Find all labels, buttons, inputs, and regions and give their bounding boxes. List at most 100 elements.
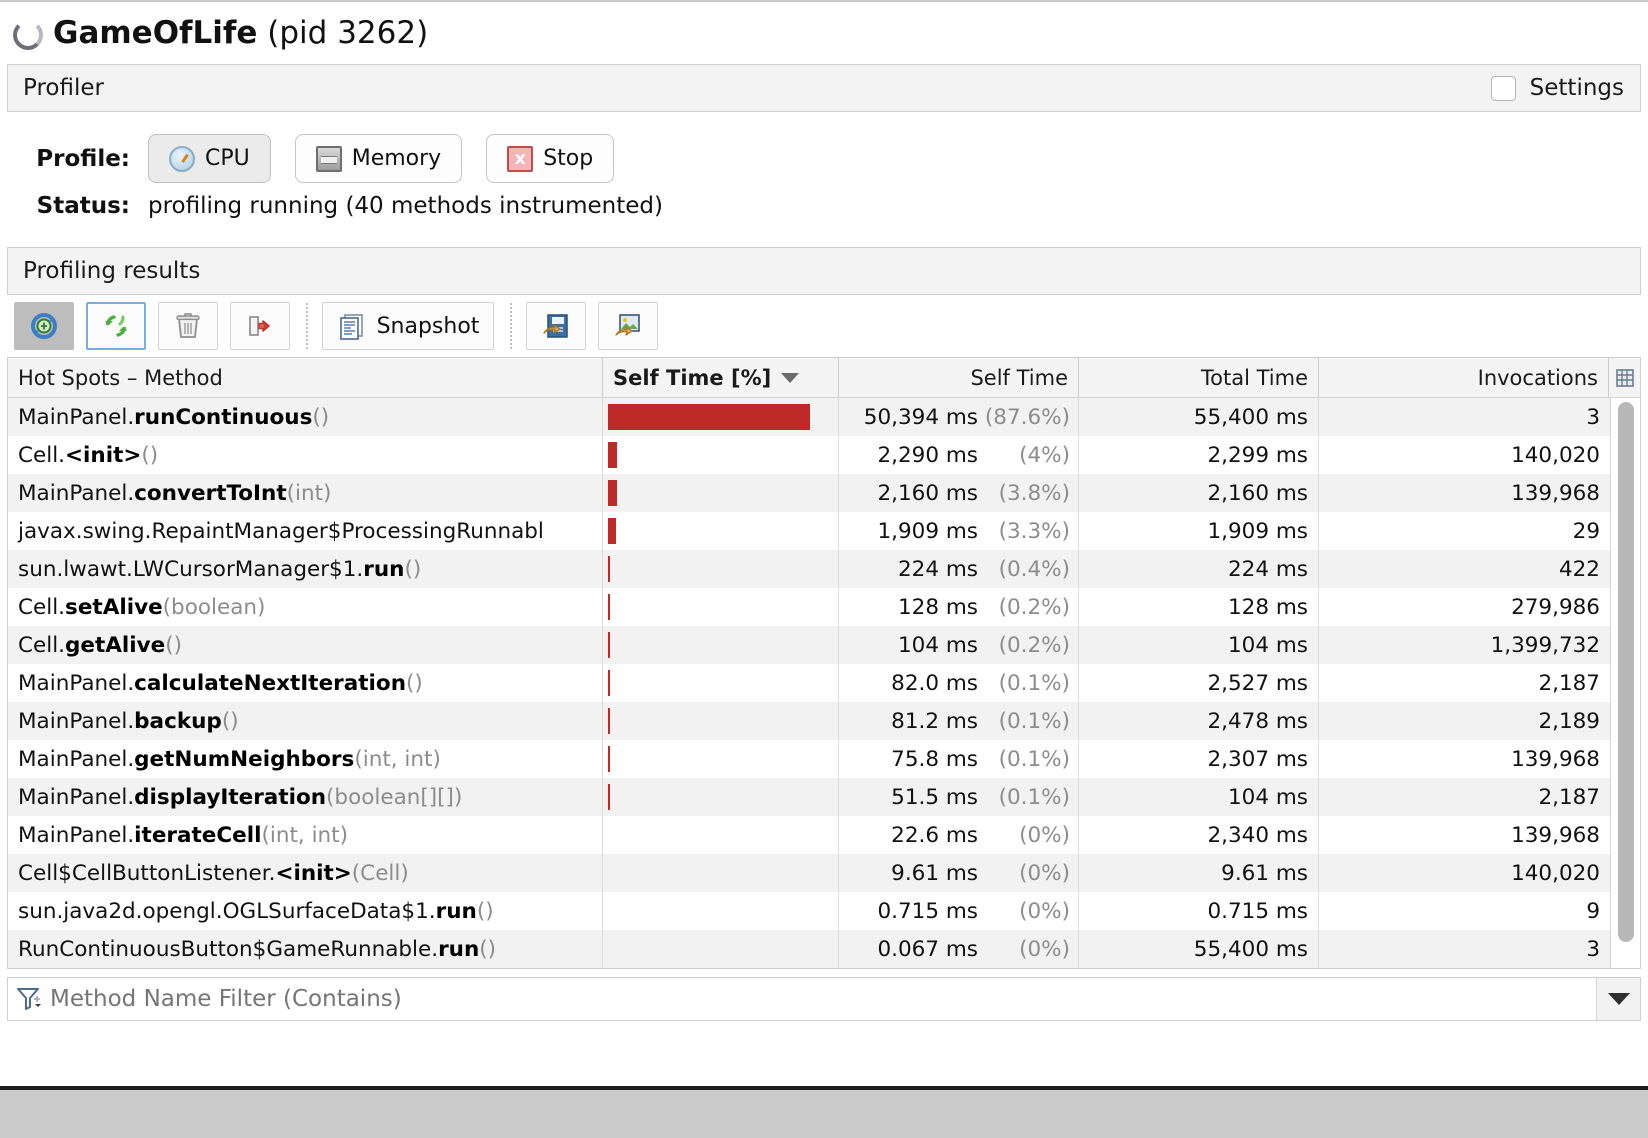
self-time-percent: (87.6%) (984, 404, 1070, 430)
profile-control-panel: Profile: CPU Memory x Stop Status: profi… (0, 112, 1648, 247)
method-name: setAlive (65, 594, 163, 620)
table-row[interactable]: MainPanel. displayIteration (boolean[][])… (8, 778, 1610, 816)
table-row[interactable]: Cell. getAlive () 104 ms (0.2%) 104 ms 1,399,… (8, 626, 1610, 664)
self-time-bar (608, 746, 610, 772)
cell-self-time-pct-bar (602, 816, 838, 854)
page-title: GameOfLife (pid 3262) (53, 15, 428, 51)
memory-button-label: Memory (351, 146, 442, 171)
cell-self-time-pct-bar (602, 702, 838, 740)
update-results-button[interactable] (14, 302, 74, 350)
settings-toggle-group[interactable]: Settings (1490, 75, 1624, 101)
cell-total-time: 2,160 ms (1078, 474, 1318, 512)
method-class: sun.lwawt.LWCursorManager$1. (18, 556, 364, 582)
cell-invocations: 140,020 (1318, 854, 1610, 892)
export-button[interactable] (230, 302, 290, 350)
method-name: <init> (275, 860, 352, 886)
save-report-button[interactable] (526, 302, 586, 350)
table-row[interactable]: MainPanel. getNumNeighbors (int, int) 75.8… (8, 740, 1610, 778)
green-recycle-icon (101, 311, 131, 341)
column-header-invocations[interactable]: Invocations (1318, 358, 1608, 397)
self-time-value: 22.6 ms (891, 822, 978, 848)
method-name-filter-input[interactable] (50, 986, 1596, 1012)
cell-total-time: 2,299 ms (1078, 436, 1318, 474)
table-row[interactable]: sun.java2d.opengl.OGLSurfaceData$1. run (… (8, 892, 1610, 930)
cell-total-time: 1,909 ms (1078, 512, 1318, 550)
table-row[interactable]: sun.lwawt.LWCursorManager$1. run () 224 ms… (8, 550, 1610, 588)
auto-refresh-button[interactable] (86, 302, 146, 350)
cell-self-time: 0.715 ms (0%) (838, 892, 1078, 930)
method-name: <init> (65, 442, 142, 468)
method-class: MainPanel. (18, 784, 135, 810)
table-row[interactable]: Cell. <init> () 2,290 ms (4%) 2,299 ms 140,02… (8, 436, 1610, 474)
table-row[interactable]: MainPanel. convertToInt (int) 2,160 ms (3.8… (8, 474, 1610, 512)
cell-method: MainPanel. calculateNextIteration () (8, 664, 602, 702)
method-args: (boolean) (162, 594, 266, 620)
status-label: Status: (36, 193, 130, 219)
stop-profile-button[interactable]: x Stop (486, 134, 615, 183)
self-time-percent: (0.2%) (998, 594, 1070, 620)
column-header-total-time[interactable]: Total Time (1078, 358, 1318, 397)
method-name: iterateCell (134, 822, 262, 848)
column-header-self-time-pct[interactable]: Self Time [%] (602, 358, 838, 397)
column-chooser-icon[interactable] (1608, 358, 1640, 397)
cell-method: javax.swing.RepaintManager$ProcessingRun… (8, 512, 602, 550)
stop-red-x-icon: x (507, 145, 534, 172)
table-row[interactable]: RunContinuousButton$GameRunnable. run () 0… (8, 930, 1610, 968)
method-args: (boolean[][]) (326, 784, 463, 810)
table-row[interactable]: Cell. setAlive (boolean) 128 ms (0.2%) 128 m… (8, 588, 1610, 626)
self-time-percent: (0%) (1019, 936, 1070, 962)
method-class: Cell. (18, 594, 66, 620)
self-time-percent: (0.1%) (998, 746, 1070, 772)
table-row[interactable]: MainPanel. iterateCell (int, int) 22.6 ms (… (8, 816, 1610, 854)
column-header-self-time[interactable]: Self Time (838, 358, 1078, 397)
cell-invocations: 3 (1318, 398, 1610, 436)
method-class: MainPanel. (18, 480, 135, 506)
cell-self-time: 104 ms (0.2%) (838, 626, 1078, 664)
method-args: () (476, 898, 494, 924)
cell-self-time-pct-bar (602, 398, 838, 436)
cell-total-time: 2,340 ms (1078, 816, 1318, 854)
self-time-bar (608, 442, 618, 468)
self-time-value: 82.0 ms (891, 670, 978, 696)
snapshot-button[interactable]: Snapshot (322, 302, 494, 350)
cell-method: Cell. <init> () (8, 436, 602, 474)
table-row[interactable]: MainPanel. calculateNextIteration () 82.0 … (8, 664, 1610, 702)
table-row[interactable]: javax.swing.RepaintManager$ProcessingRun… (8, 512, 1610, 550)
reset-results-button[interactable] (158, 302, 218, 350)
cell-self-time-pct-bar (602, 512, 838, 550)
cell-method: Cell$CellButtonListener. <init> (Cell) (8, 854, 602, 892)
table-body-area: MainPanel. runContinuous () 50,394 ms (87.6… (8, 398, 1640, 968)
filter-dropdown-button[interactable] (1596, 978, 1640, 1020)
cell-total-time: 104 ms (1078, 778, 1318, 816)
chevron-down-icon (1607, 993, 1630, 1005)
cell-self-time: 9.61 ms (0%) (838, 854, 1078, 892)
self-time-bar (608, 518, 616, 544)
table-row[interactable]: MainPanel. runContinuous () 50,394 ms (87.6… (8, 398, 1610, 436)
column-header-self-time-pct-label: Self Time [%] (613, 365, 772, 390)
table-row[interactable]: Cell$CellButtonListener. <init> (Cell) 9.6… (8, 854, 1610, 892)
column-header-method[interactable]: Hot Spots – Method (8, 358, 602, 397)
self-time-value: 0.067 ms (877, 936, 978, 962)
table-row[interactable]: MainPanel. backup () 81.2 ms (0.1%) 2,478 ms… (8, 702, 1610, 740)
cell-self-time-pct-bar (602, 740, 838, 778)
self-time-percent: (0.4%) (998, 556, 1070, 582)
save-image-icon (613, 311, 643, 341)
method-name-filter-bar[interactable] (7, 977, 1641, 1021)
memory-profile-button[interactable]: Memory (294, 134, 463, 183)
self-time-value: 128 ms (897, 594, 978, 620)
scrollbar-thumb[interactable] (1617, 402, 1634, 942)
hot-spots-table: Hot Spots – Method Self Time [%] Self Ti… (7, 357, 1641, 969)
bottom-status-strip (0, 1086, 1648, 1138)
cell-method: sun.java2d.opengl.OGLSurfaceData$1. run (… (8, 892, 602, 930)
profile-row: Profile: CPU Memory x Stop (0, 134, 1648, 183)
cell-invocations: 139,968 (1318, 740, 1610, 778)
table-vertical-scrollbar[interactable] (1610, 398, 1640, 968)
cell-self-time-pct-bar (602, 436, 838, 474)
self-time-value: 104 ms (897, 632, 978, 658)
cell-self-time: 224 ms (0.4%) (838, 550, 1078, 588)
settings-checkbox[interactable] (1490, 75, 1516, 101)
save-image-button[interactable] (598, 302, 658, 350)
method-args: () (479, 936, 497, 962)
cpu-profile-button[interactable]: CPU (148, 134, 271, 183)
cell-self-time-pct-bar (602, 930, 838, 968)
